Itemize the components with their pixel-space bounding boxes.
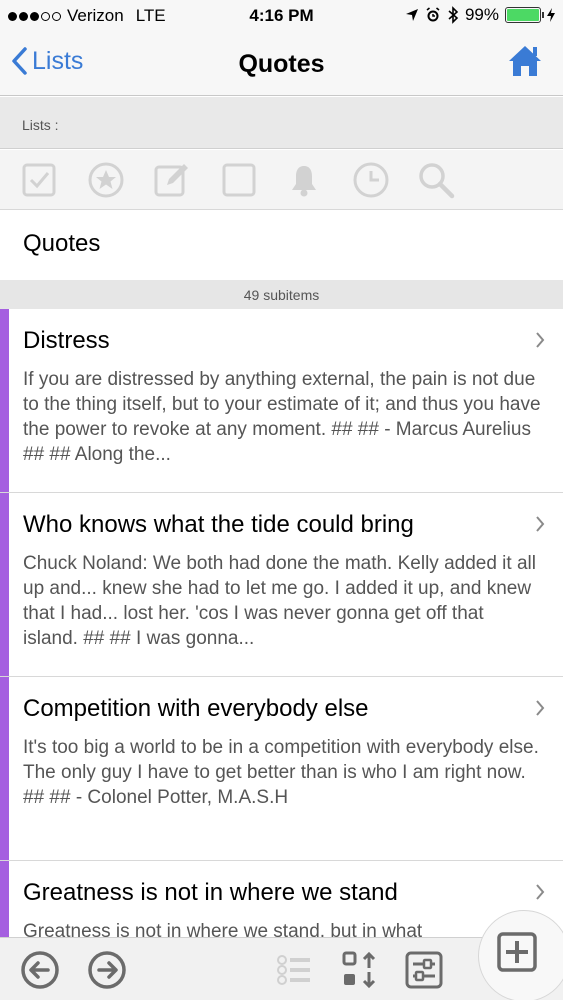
previous-button[interactable] bbox=[20, 950, 60, 990]
edit-icon[interactable] bbox=[152, 160, 192, 200]
list-item[interactable]: Competition with everybody else It's too… bbox=[0, 677, 563, 861]
item-title: Who knows what the tide could bring bbox=[23, 511, 414, 538]
arrow-left-circle-icon bbox=[21, 951, 59, 989]
arrow-right-circle-icon bbox=[88, 951, 126, 989]
sliders-icon bbox=[405, 951, 443, 989]
chevron-right-icon bbox=[536, 516, 545, 532]
star-circle-icon[interactable] bbox=[86, 160, 126, 200]
navigation-bar: Lists Quotes bbox=[0, 32, 563, 96]
home-button[interactable] bbox=[507, 44, 543, 83]
sort-button[interactable] bbox=[340, 950, 380, 990]
battery-percent: 99% bbox=[464, 5, 499, 24]
item-description: It's too big a world to be in a competit… bbox=[23, 737, 539, 808]
list-view-button[interactable] bbox=[274, 950, 314, 990]
item-title: Distress bbox=[23, 327, 110, 354]
item-description: Greatness is not in where we stand, but … bbox=[23, 921, 423, 937]
bluetooth-icon bbox=[448, 6, 459, 24]
item-description: Chuck Noland: We both had done the math.… bbox=[23, 553, 536, 649]
charging-bolt-icon bbox=[547, 8, 555, 22]
search-icon[interactable] bbox=[416, 160, 456, 200]
chevron-right-icon bbox=[536, 700, 545, 716]
status-right: 99% bbox=[405, 5, 555, 25]
item-title: Greatness is not in where we stand bbox=[23, 879, 398, 906]
item-title: Competition with everybody else bbox=[23, 695, 369, 722]
home-icon bbox=[509, 46, 541, 76]
chevron-right-icon bbox=[536, 884, 545, 900]
item-color-stripe bbox=[0, 677, 9, 860]
item-color-stripe bbox=[0, 309, 9, 492]
next-button[interactable] bbox=[87, 950, 127, 990]
clock-icon[interactable] bbox=[351, 160, 391, 200]
checkbox-empty-icon[interactable] bbox=[219, 160, 259, 200]
battery-icon bbox=[505, 7, 544, 23]
checkbox-checked-icon[interactable] bbox=[19, 160, 59, 200]
page-title: Quotes bbox=[238, 50, 325, 78]
settings-sliders-button[interactable] bbox=[404, 950, 444, 990]
list-item[interactable]: Distress If you are distressed by anythi… bbox=[0, 309, 563, 493]
location-arrow-icon bbox=[405, 9, 418, 21]
item-description: If you are distressed by anything extern… bbox=[23, 369, 541, 465]
item-color-stripe bbox=[0, 493, 9, 676]
chevron-right-icon bbox=[536, 332, 545, 348]
alarm-icon bbox=[426, 7, 440, 22]
list-bullets-icon bbox=[277, 955, 310, 985]
bell-icon[interactable] bbox=[284, 160, 324, 200]
add-item-button[interactable] bbox=[478, 910, 563, 1000]
subitems-count: 49 subitems bbox=[0, 280, 563, 309]
list-title: Quotes bbox=[0, 210, 563, 280]
list-item[interactable]: Greatness is not in where we stand Great… bbox=[0, 861, 563, 937]
item-list: Distress If you are distressed by anythi… bbox=[0, 309, 563, 937]
breadcrumb: Lists : bbox=[0, 97, 563, 149]
sort-icon bbox=[342, 951, 376, 989]
item-color-stripe bbox=[0, 861, 9, 937]
status-bar: Verizon LTE 4:16 PM 99% bbox=[0, 0, 563, 32]
list-toolbar bbox=[0, 150, 563, 210]
list-item[interactable]: Who knows what the tide could bring Chuc… bbox=[0, 493, 563, 677]
plus-square-icon bbox=[497, 932, 537, 972]
